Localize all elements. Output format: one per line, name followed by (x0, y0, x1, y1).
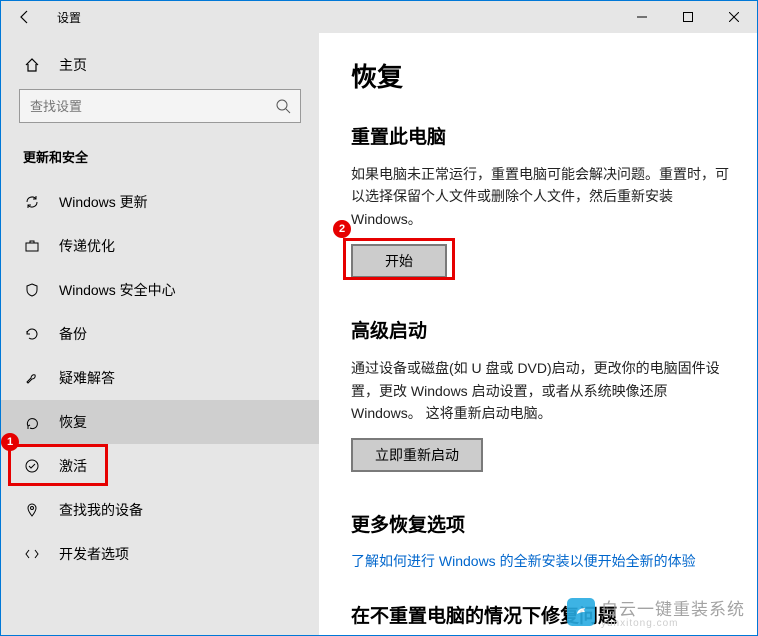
window-title: 设置 (57, 9, 81, 26)
reset-start-button[interactable]: 开始 (351, 244, 447, 278)
reset-heading: 重置此电脑 (351, 122, 729, 149)
main-panel: 恢复 重置此电脑 如果电脑未正常运行，重置电脑可能会解决问题。重置时，可以选择保… (319, 33, 757, 635)
sidebar-item-label: 开发者选项 (59, 544, 129, 564)
search-icon (266, 98, 300, 114)
sync-icon (23, 194, 41, 210)
sidebar-item-windows-update[interactable]: Windows 更新 (1, 180, 319, 224)
advanced-heading: 高级启动 (351, 316, 729, 343)
sidebar-item-label: Windows 更新 (59, 192, 148, 212)
sidebar-item-security[interactable]: Windows 安全中心 (1, 268, 319, 312)
more-heading: 更多恢复选项 (351, 510, 729, 537)
reset-pc-section: 重置此电脑 如果电脑未正常运行，重置电脑可能会解决问题。重置时，可以选择保留个人… (351, 122, 729, 278)
recovery-icon (23, 414, 41, 430)
advanced-startup-section: 高级启动 通过设备或磁盘(如 U 盘或 DVD)启动，更改你的电脑固件设置，更改… (351, 316, 729, 472)
sidebar: 主页 更新和安全 Windows 更新 传递优化 Windows 安全中心 备份 (1, 33, 319, 635)
sidebar-item-label: 激活 (59, 456, 87, 476)
home-icon (23, 57, 41, 73)
watermark-url: yunxitong.com (601, 618, 745, 629)
sidebar-item-label: 查找我的设备 (59, 500, 143, 520)
search-box[interactable] (19, 89, 301, 123)
reset-description: 如果电脑未正常运行，重置电脑可能会解决问题。重置时，可以选择保留个人文件或删除个… (351, 163, 729, 230)
check-icon (23, 458, 41, 474)
sidebar-item-label: 疑难解答 (59, 368, 115, 388)
fresh-install-link[interactable]: 了解如何进行 Windows 的全新安装以便开始全新的体验 (351, 551, 729, 571)
location-icon (23, 502, 41, 518)
sidebar-item-label: 恢复 (59, 412, 87, 432)
code-icon (23, 546, 41, 562)
home-link[interactable]: 主页 (1, 45, 319, 89)
sidebar-item-label: 备份 (59, 324, 87, 344)
sidebar-item-label: Windows 安全中心 (59, 280, 176, 300)
shield-icon (23, 282, 41, 298)
sidebar-item-activation[interactable]: 激活 (1, 444, 319, 488)
sidebar-item-troubleshoot[interactable]: 疑难解答 (1, 356, 319, 400)
sidebar-item-backup[interactable]: 备份 (1, 312, 319, 356)
page-title: 恢复 (351, 57, 729, 94)
home-label: 主页 (59, 55, 87, 75)
annotation-badge-1: 1 (1, 433, 19, 451)
sidebar-section-header: 更新和安全 (1, 141, 319, 180)
watermark-text: 白云一键重装系统 (601, 600, 745, 619)
title-bar: 设置 (1, 1, 757, 33)
sidebar-item-delivery-optimization[interactable]: 传递优化 (1, 224, 319, 268)
watermark: 白云一键重装系统 yunxitong.com (567, 595, 745, 629)
sidebar-item-label: 传递优化 (59, 236, 115, 256)
search-input[interactable] (20, 99, 266, 114)
back-button[interactable] (1, 1, 49, 33)
sidebar-item-find-device[interactable]: 查找我的设备 (1, 488, 319, 532)
watermark-icon (567, 598, 595, 626)
restart-now-button[interactable]: 立即重新启动 (351, 438, 483, 472)
delivery-icon (23, 238, 41, 254)
more-recovery-section: 更多恢复选项 了解如何进行 Windows 的全新安装以便开始全新的体验 (351, 510, 729, 571)
close-button[interactable] (711, 1, 757, 33)
sidebar-item-developer[interactable]: 开发者选项 (1, 532, 319, 576)
sidebar-item-recovery[interactable]: 恢复 (1, 400, 319, 444)
advanced-description: 通过设备或磁盘(如 U 盘或 DVD)启动，更改你的电脑固件设置，更改 Wind… (351, 357, 729, 424)
minimize-button[interactable] (619, 1, 665, 33)
maximize-button[interactable] (665, 1, 711, 33)
wrench-icon (23, 370, 41, 386)
annotation-badge-2: 2 (333, 220, 351, 238)
backup-icon (23, 326, 41, 342)
